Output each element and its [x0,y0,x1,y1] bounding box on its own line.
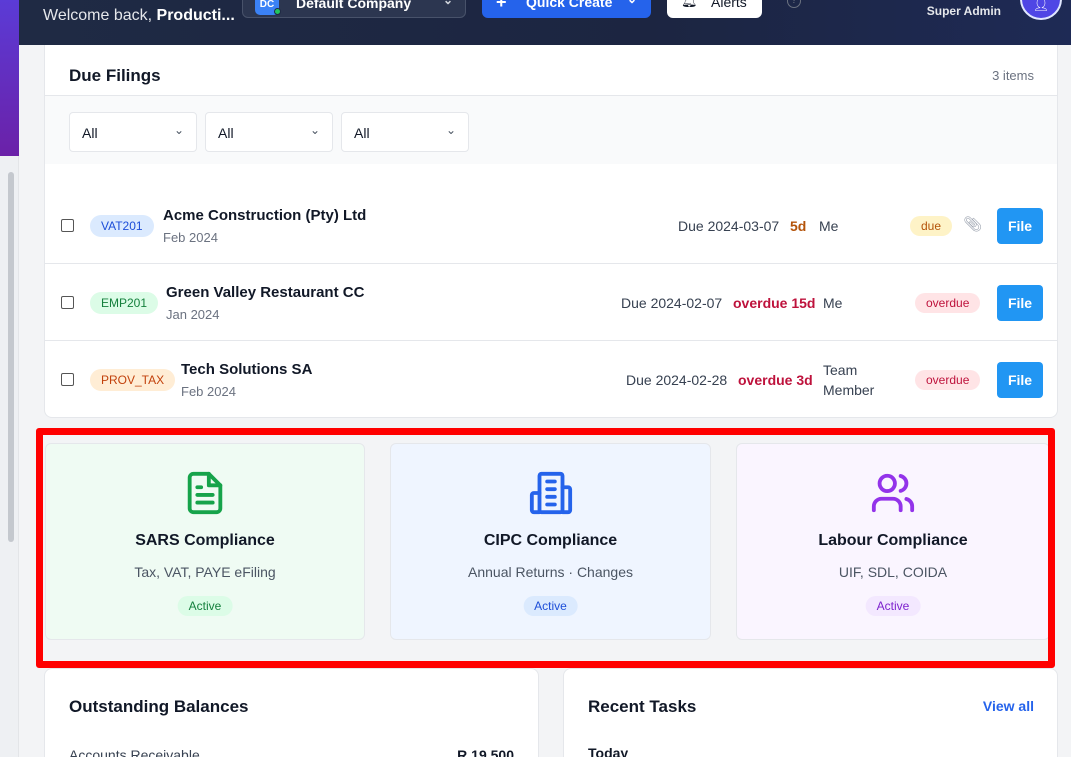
plus-icon: + [496,0,507,12]
paperclip-icon[interactable]: 📎︎ [963,215,982,233]
row-checkbox[interactable] [61,373,74,386]
sidebar-strip [0,0,19,757]
filter-bar: All ⌄ All ⌄ All ⌄ [45,96,1057,164]
outstanding-balances-card: Outstanding Balances Accounts Receivable… [44,668,539,757]
file-button[interactable]: File [997,285,1043,321]
card-title: Outstanding Balances [69,697,249,716]
task-group-label: Today [588,745,629,757]
status-badge: overdue [915,293,981,313]
user-name: Producti... [156,7,235,24]
filing-type-tag: EMP201 [90,292,159,314]
welcome-text: Welcome back, Producti... [43,7,235,24]
company-selector[interactable]: DC Default Company ⌄ [242,0,466,18]
recent-tasks-card: Recent Tasks View all Today [563,668,1058,757]
sidebar-brand-strip [0,0,19,156]
file-button[interactable]: File [997,208,1043,244]
client-name: Tech Solutions SA [181,361,313,378]
assignee: Team Member [823,362,875,398]
table-row[interactable]: PROV_TAX Tech Solutions SA Feb 2024 Due … [45,341,1057,418]
bell-icon: 🔔︎ [681,0,698,8]
table-row[interactable]: VAT201 Acme Construction (Pty) Ltd Feb 2… [45,187,1057,264]
quick-create-label: Quick Create [526,0,613,10]
chevron-down-icon: ⌄ [445,123,456,137]
chevron-down-icon: ⌄ [173,123,184,137]
sidebar-scrollbar[interactable] [8,172,14,542]
alerts-button[interactable]: 🔔︎ Alerts [667,0,762,18]
file-button[interactable]: File [997,362,1043,398]
accounts-receivable-label: Accounts Receivable [69,747,200,757]
filter-assignee-select[interactable]: All ⌄ [341,112,469,152]
filing-period: Jan 2024 [166,307,220,322]
user-role: Super Admin [926,4,1001,18]
days-overdue: overdue 3d [738,372,813,388]
filing-period: Feb 2024 [163,230,218,245]
help-icon[interactable]: ? [787,0,801,8]
due-date: Due 2024-03-07 [678,218,780,234]
due-filings-title: Due Filings [69,66,161,85]
accounts-receivable-value: R 19 500 [457,747,514,757]
assignee: Me [823,295,843,311]
due-filings-card: Due Filings 3 items All ⌄ All ⌄ All ⌄ VAT20… [44,45,1058,418]
days-remaining: 5d [790,218,807,234]
filing-type-tag: PROV_TAX [90,369,176,391]
company-name: Default Company [296,0,412,11]
table-row[interactable]: EMP201 Green Valley Restaurant CC Jan 20… [45,264,1057,341]
chevron-down-icon: ⌄ [627,0,637,6]
filter-status-select[interactable]: All ⌄ [205,112,333,152]
highlight-box [36,428,1055,668]
client-name: Acme Construction (Pty) Ltd [163,207,367,224]
days-overdue: overdue 15d [733,295,816,311]
row-checkbox[interactable] [61,219,74,232]
quick-create-button[interactable]: + Quick Create ⌄ [482,0,651,18]
top-header: Welcome back, Producti... DC Default Com… [19,0,1071,45]
chevron-down-icon: ⌄ [442,0,453,7]
filing-type-tag: VAT201 [90,215,154,237]
client-name: Green Valley Restaurant CC [166,284,365,301]
filter-type-select[interactable]: All ⌄ [69,112,197,152]
view-all-link[interactable]: View all [983,698,1034,714]
filing-period: Feb 2024 [181,384,236,399]
avatar[interactable]: 👤︎ [1020,0,1062,20]
due-filings-count: 3 items [992,68,1034,83]
online-status-dot [274,8,281,15]
due-date: Due 2024-02-28 [626,372,728,388]
due-date: Due 2024-02-07 [621,295,723,311]
alerts-label: Alerts [711,0,747,10]
due-filings-header: Due Filings 3 items [45,45,1057,96]
status-badge: overdue [915,370,981,390]
status-badge: due [910,216,953,236]
assignee: Me [819,218,839,234]
row-checkbox[interactable] [61,296,74,309]
chevron-down-icon: ⌄ [309,123,320,137]
card-title: Recent Tasks [588,697,697,716]
